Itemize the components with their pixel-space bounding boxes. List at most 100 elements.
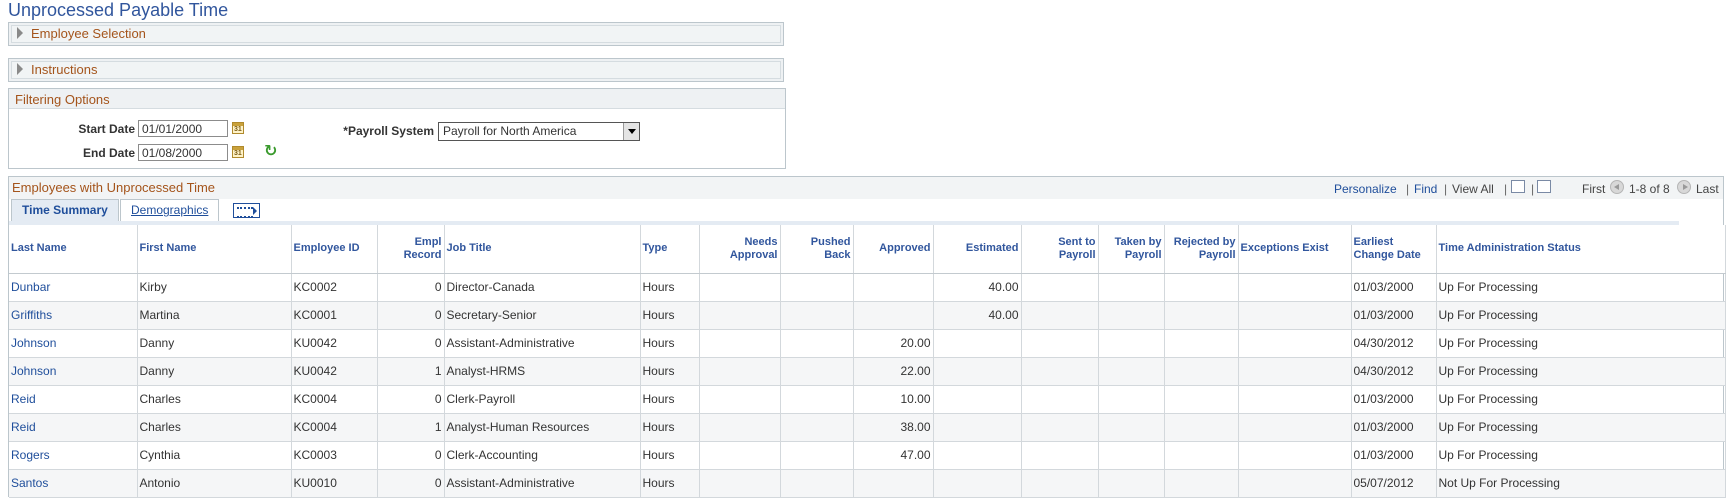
table-cell: Cynthia (137, 441, 292, 470)
col-type[interactable]: Type (640, 225, 700, 274)
col-earliest-change-date[interactable]: Earliest Change Date (1351, 225, 1437, 274)
table-cell: Kirby (137, 273, 292, 302)
col-job-title[interactable]: Job Title (444, 225, 641, 274)
col-first-name[interactable]: First Name (137, 225, 292, 274)
table-cell (853, 301, 934, 330)
payroll-system-value: Payroll for North America (443, 124, 577, 138)
last-name-link[interactable]: Reid (9, 385, 138, 414)
table-cell: Hours (640, 301, 700, 330)
table-cell: Charles (137, 385, 292, 414)
col-last-name[interactable]: Last Name (9, 225, 138, 274)
table-cell (699, 441, 781, 470)
last-name-link[interactable]: Johnson (9, 357, 138, 386)
show-all-columns-icon[interactable] (233, 203, 260, 218)
col-time-admin-status[interactable]: Time Administration Status (1436, 225, 1726, 274)
table-cell (1021, 441, 1099, 470)
last-name-link[interactable]: Reid (9, 413, 138, 442)
col-exceptions-exist[interactable]: Exceptions Exist (1238, 225, 1352, 274)
table-cell: KC0004 (291, 385, 378, 414)
calendar-icon[interactable]: 31 (232, 122, 244, 134)
last-link[interactable]: Last (1696, 182, 1719, 196)
payroll-system-label: *Payroll System (343, 124, 434, 138)
table-cell (933, 441, 1022, 470)
table-cell: 0 (377, 441, 445, 470)
end-date-input[interactable]: 01/08/2000 (138, 144, 228, 161)
view-all-link[interactable]: View All (1452, 182, 1494, 196)
table-row: Reid Charles KC0004 0 Clerk-Payroll Hours 10.0… (9, 385, 1726, 414)
table-cell (1238, 301, 1352, 330)
table-row: Dunbar Kirby KC0002 0 Director-Canada Hours 40… (9, 273, 1726, 302)
col-employee-id[interactable]: Employee ID (291, 225, 378, 274)
col-pushed-back[interactable]: Pushed Back (780, 225, 854, 274)
employee-selection-section[interactable]: Employee Selection (8, 22, 784, 46)
table-cell: Up For Processing (1436, 441, 1726, 470)
expand-arrow-icon[interactable] (17, 27, 23, 39)
download-icon[interactable] (1537, 180, 1551, 193)
next-icon[interactable] (1677, 180, 1691, 194)
table-cell: Hours (640, 469, 700, 498)
table-cell: 0 (377, 273, 445, 302)
table-cell (1164, 413, 1239, 442)
table-cell (1238, 441, 1352, 470)
table-cell (1098, 273, 1165, 302)
table-cell: 40.00 (933, 301, 1022, 330)
page-title: Unprocessed Payable Time (8, 0, 229, 20)
unprocessed-time-grid: Employees with Unprocessed Time Personal… (8, 176, 1726, 498)
nav-separator: | (1504, 182, 1508, 196)
previous-icon[interactable] (1610, 180, 1624, 194)
personalize-link[interactable]: Personalize (1334, 182, 1397, 196)
instructions-section[interactable]: Instructions (8, 58, 784, 82)
table-cell: 01/03/2000 (1351, 441, 1437, 470)
table-cell: 01/03/2000 (1351, 385, 1437, 414)
table-cell: 05/07/2012 (1351, 469, 1437, 498)
last-name-link[interactable]: Rogers (9, 441, 138, 470)
find-link[interactable]: Find (1414, 182, 1437, 196)
refresh-icon[interactable]: ↻ (264, 144, 280, 160)
last-name-link[interactable]: Dunbar (9, 273, 138, 302)
table-cell (853, 469, 934, 498)
table-cell (1164, 441, 1239, 470)
col-rejected-by-payroll[interactable]: Rejected by Payroll (1164, 225, 1239, 274)
table-cell: Hours (640, 273, 700, 302)
chevron-down-icon[interactable] (623, 123, 639, 140)
table-cell: 22.00 (853, 357, 934, 386)
zoom-icon[interactable] (1511, 180, 1525, 193)
table-cell (1164, 469, 1239, 498)
employee-selection-label[interactable]: Employee Selection (31, 26, 146, 41)
table-cell (1238, 413, 1352, 442)
col-approved[interactable]: Approved (853, 225, 934, 274)
last-name-link[interactable]: Johnson (9, 329, 138, 358)
table-cell (1098, 413, 1165, 442)
col-taken-by-payroll[interactable]: Taken by Payroll (1098, 225, 1165, 274)
start-date-input[interactable]: 01/01/2000 (138, 120, 228, 137)
col-empl-record[interactable]: Empl Record (377, 225, 445, 274)
start-date-label: Start Date (78, 122, 135, 136)
payroll-system-select[interactable]: Payroll for North America (438, 122, 640, 141)
table-cell: Assistant-Administrative (444, 469, 641, 498)
col-sent-to-payroll[interactable]: Sent to Payroll (1021, 225, 1099, 274)
table-cell (1238, 385, 1352, 414)
table-cell: 04/30/2012 (1351, 329, 1437, 358)
end-date-label: End Date (82, 146, 135, 160)
data-table: Last Name First Name Employee ID Empl Re… (9, 225, 1726, 498)
table-cell: Assistant-Administrative (444, 329, 641, 358)
last-name-link[interactable]: Griffiths (9, 301, 138, 330)
last-name-link[interactable]: Santos (9, 469, 138, 498)
table-cell (780, 413, 854, 442)
first-link[interactable]: First (1582, 182, 1605, 196)
table-cell: 01/03/2000 (1351, 273, 1437, 302)
table-cell: Up For Processing (1436, 413, 1726, 442)
table-cell: Director-Canada (444, 273, 641, 302)
tab-demographics[interactable]: Demographics (120, 199, 220, 221)
col-needs-approval[interactable]: Needs Approval (699, 225, 781, 274)
table-cell (1164, 357, 1239, 386)
col-estimated[interactable]: Estimated (933, 225, 1022, 274)
table-row: Johnson Danny KU0042 1 Analyst-HRMS Hours 22.0… (9, 357, 1726, 386)
instructions-label[interactable]: Instructions (31, 62, 97, 77)
expand-arrow-icon[interactable] (17, 63, 23, 75)
table-cell: KU0010 (291, 469, 378, 498)
table-cell (1164, 301, 1239, 330)
table-cell (1021, 301, 1099, 330)
calendar-icon[interactable]: 31 (232, 146, 244, 158)
tab-time-summary[interactable]: Time Summary (11, 199, 119, 221)
